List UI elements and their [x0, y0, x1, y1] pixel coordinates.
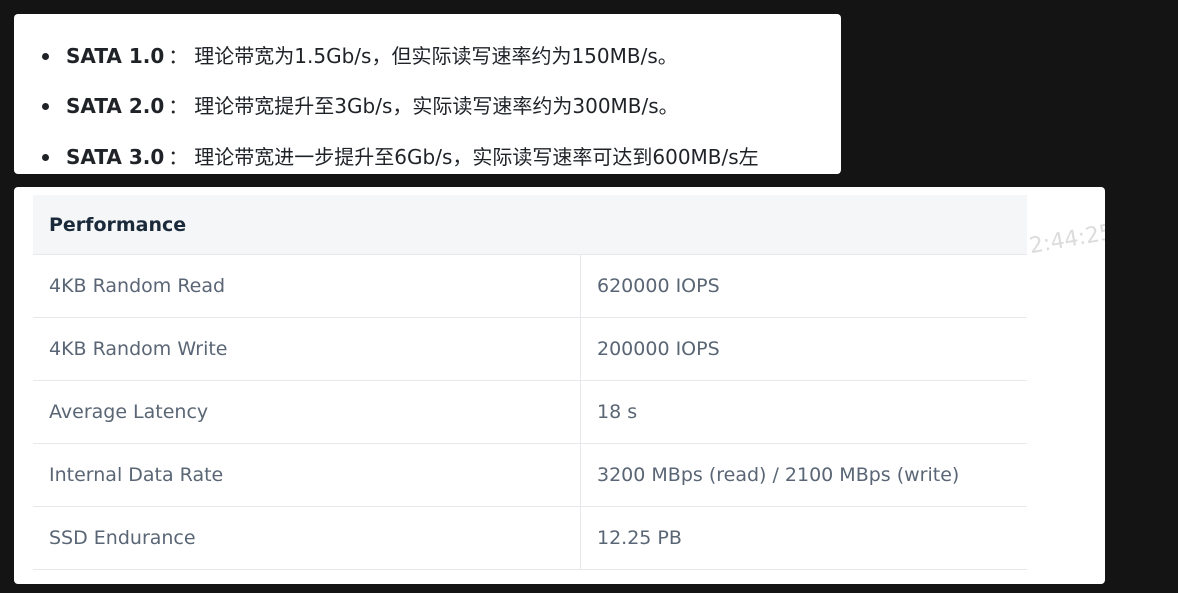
- timestamp-watermark: 2:44:25: [1027, 219, 1105, 260]
- spec-value: 18 s: [580, 380, 1027, 444]
- table-row: 4KB Random Write 200000 IOPS: [33, 317, 1027, 381]
- performance-table: Performance 4KB Random Read 620000 IOPS …: [33, 195, 1027, 570]
- sata-version-label: SATA 2.0: [66, 94, 165, 118]
- performance-header: Performance: [33, 195, 1027, 255]
- list-item: SATA 1.0：理论带宽为1.5Gb/s，但实际读写速率约为150MB/s。: [42, 44, 678, 68]
- bullet-icon: [42, 53, 49, 60]
- sata-version-description: 理论带宽进一步提升至6Gb/s，实际读写速率可达到600MB/s左: [194, 145, 759, 169]
- table-row: 4KB Random Read 620000 IOPS: [33, 254, 1027, 318]
- spec-name: Internal Data Rate: [33, 443, 581, 507]
- table-header-row: Performance: [33, 195, 1027, 255]
- colon-separator: ：: [168, 44, 189, 68]
- performance-panel: 2:44:25 Performance 4KB Random Read 6200…: [14, 187, 1105, 584]
- colon-separator: ：: [168, 94, 189, 118]
- sata-version-label: SATA 3.0: [66, 145, 165, 169]
- sata-version-description: 理论带宽为1.5Gb/s，但实际读写速率约为150MB/s。: [194, 44, 678, 68]
- list-item: SATA 3.0：理论带宽进一步提升至6Gb/s，实际读写速率可达到600MB/…: [42, 145, 759, 169]
- spec-value: 12.25 PB: [580, 506, 1027, 570]
- table-row: Average Latency 18 s: [33, 380, 1027, 444]
- spec-name: 4KB Random Read: [33, 254, 581, 318]
- spec-name: 4KB Random Write: [33, 317, 581, 381]
- bullet-icon: [42, 103, 49, 110]
- colon-separator: ：: [168, 145, 189, 169]
- sata-version-description: 理论带宽提升至3Gb/s，实际读写速率约为300MB/s。: [194, 94, 679, 118]
- table-row: Internal Data Rate 3200 MBps (read) / 21…: [33, 443, 1027, 507]
- spec-value: 200000 IOPS: [580, 317, 1027, 381]
- spec-name: Average Latency: [33, 380, 581, 444]
- spec-value: 3200 MBps (read) / 2100 MBps (write): [580, 443, 1027, 507]
- sata-notes-panel: SATA 1.0：理论带宽为1.5Gb/s，但实际读写速率约为150MB/s。 …: [14, 14, 841, 174]
- spec-name: SSD Endurance: [33, 506, 581, 570]
- spec-value: 620000 IOPS: [580, 254, 1027, 318]
- list-item: SATA 2.0：理论带宽提升至3Gb/s，实际读写速率约为300MB/s。: [42, 94, 679, 118]
- bullet-icon: [42, 154, 49, 161]
- table-row: SSD Endurance 12.25 PB: [33, 506, 1027, 570]
- sata-version-label: SATA 1.0: [66, 44, 165, 68]
